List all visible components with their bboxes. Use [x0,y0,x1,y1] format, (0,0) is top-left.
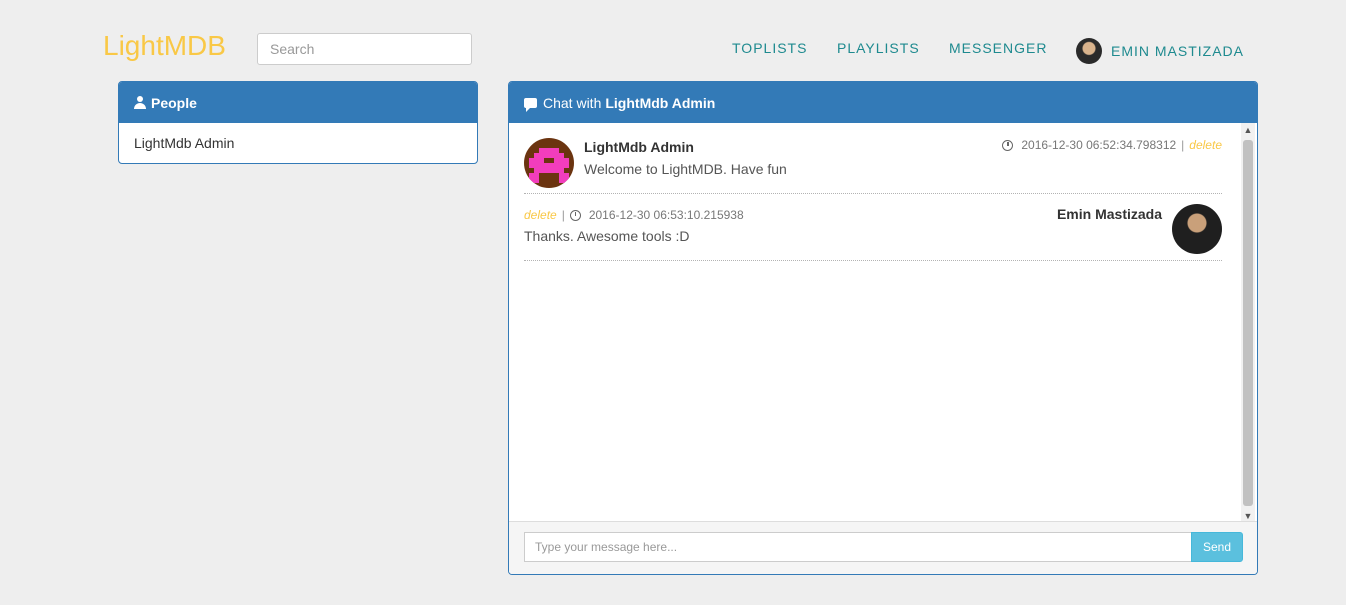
chat-panel: Chat with LightMdb Admin LightMdb Admin … [508,81,1258,575]
chat-scrollbar[interactable]: ▲ ▼ [1241,123,1255,523]
nav-playlists[interactable]: PLAYLISTS [837,40,920,56]
delete-link[interactable]: delete [524,208,557,222]
scroll-thumb[interactable] [1243,140,1253,506]
message-text: Thanks. Awesome tools :D [524,228,690,244]
chat-footer: Send [509,521,1257,574]
people-item-lightmdb-admin[interactable]: LightMdb Admin [119,123,477,163]
send-button[interactable]: Send [1191,532,1243,562]
user-icon [134,96,146,109]
avatar [524,138,574,188]
people-panel: People LightMdb Admin [118,81,478,164]
message-meta: delete | 2016-12-30 06:53:10.215938 [524,208,744,222]
chat-messages: LightMdb Admin Welcome to LightMDB. Have… [509,123,1257,523]
chat-panel-header: Chat with LightMdb Admin [509,82,1257,123]
brand-logo[interactable]: LightMDB [103,30,226,62]
message-author: Emin Mastizada [1056,206,1162,222]
people-panel-header: People [119,82,477,123]
message-meta: 2016-12-30 06:52:34.798312 | delete [1002,138,1222,152]
chat-title-name: LightMdb Admin [605,94,716,111]
nav-messenger[interactable]: MESSENGER [949,40,1047,56]
meta-separator: | [1181,138,1185,152]
nav-user-menu[interactable]: EMIN MASTIZADA [1076,38,1244,64]
chat-message: delete | 2016-12-30 06:53:10.215938 Emin… [524,194,1222,261]
delete-link[interactable]: delete [1189,138,1222,152]
nav-user-name: EMIN MASTIZADA [1111,43,1245,59]
message-timestamp: 2016-12-30 06:53:10.215938 [588,208,744,222]
clock-icon [1002,139,1014,151]
message-text: Welcome to LightMDB. Have fun [584,161,787,177]
chat-message: LightMdb Admin Welcome to LightMDB. Have… [524,123,1222,194]
message-timestamp: 2016-12-30 06:52:34.798312 [1021,138,1177,152]
message-author: LightMdb Admin [584,139,694,155]
avatar [1172,204,1222,254]
message-input[interactable] [524,532,1192,562]
clock-icon [569,209,581,221]
nav-toplists[interactable]: TOPLISTS [732,40,807,56]
scroll-up-icon[interactable]: ▲ [1241,123,1255,137]
people-title: People [151,94,197,111]
search-input[interactable] [257,33,472,65]
user-avatar [1076,38,1102,64]
meta-separator: | [561,208,565,222]
chat-title-prefix: Chat with [543,94,602,111]
chat-icon [524,97,537,112]
